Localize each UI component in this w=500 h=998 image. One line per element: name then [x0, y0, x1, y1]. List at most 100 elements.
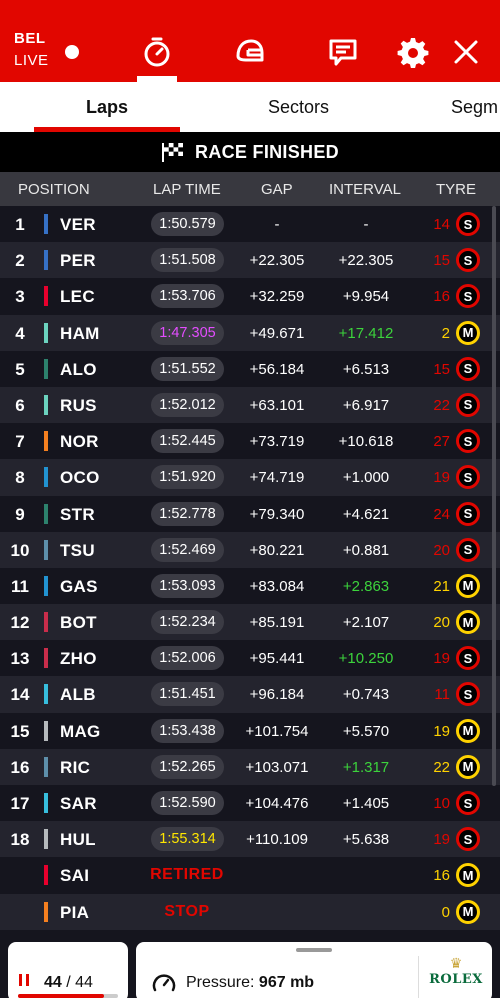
position: 11: [11, 576, 29, 596]
tyre-age: 15: [433, 360, 450, 378]
tyre-age: 15: [433, 252, 450, 270]
table-row[interactable]: 1 VER 1:50.579 - - 14 S: [0, 206, 500, 243]
interval: -: [363, 216, 369, 233]
table-row[interactable]: 4 HAM 1:47.305 +49.671 +17.412 2 M: [0, 314, 500, 351]
tyre-compound-icon: M: [456, 320, 480, 345]
tab-segments[interactable]: Segm: [451, 97, 498, 118]
lap-counter: 44 / 44: [44, 974, 93, 992]
helmet-icon[interactable]: [232, 34, 268, 70]
tyre-compound-icon: S: [456, 284, 480, 309]
tyre-age: 19: [433, 650, 450, 668]
tab-laps[interactable]: Laps: [86, 97, 128, 118]
tyre-age: 19: [433, 722, 450, 740]
tyre-compound-icon: M: [456, 573, 480, 598]
weather-card[interactable]: Pressure: 967 mb ♛ ROLEX: [136, 942, 492, 998]
lap-counter-card[interactable]: 44 / 44: [8, 942, 128, 998]
stopwatch-icon[interactable]: [139, 34, 175, 70]
team-color-bar: [44, 322, 48, 343]
table-row[interactable]: 18 HUL 1:55.314 +110.109 +5.638 19 S: [0, 821, 500, 858]
tyre-compound-icon: S: [456, 465, 480, 490]
driver-code: ALO: [60, 359, 97, 379]
team-color-bar: [44, 612, 48, 633]
scrollbar[interactable]: [492, 206, 496, 786]
position: 13: [10, 649, 30, 669]
radio-messages-icon[interactable]: [325, 34, 361, 70]
view-tabs: Laps Sectors Segm: [0, 82, 500, 132]
interval: +17.412: [338, 324, 394, 342]
gap: +56.184: [249, 360, 305, 378]
tyre-age: 11: [434, 686, 450, 704]
position: 5: [15, 359, 25, 379]
position: 7: [15, 432, 25, 452]
tyre-age: 16: [433, 867, 450, 885]
position: 9: [15, 504, 25, 524]
team-color-bar: [44, 575, 48, 596]
tyre-age: 22: [433, 758, 450, 776]
tab-sectors[interactable]: Sectors: [268, 97, 329, 118]
position: 2: [15, 251, 25, 271]
driver-code: RIC: [60, 757, 91, 777]
team-color-bar: [44, 829, 48, 850]
gear-icon[interactable]: [395, 34, 431, 70]
team-color-bar: [44, 648, 48, 669]
tyre-compound-icon: M: [456, 863, 480, 888]
table-row[interactable]: 8 OCO 1:51.920 +74.719 +1.000 19 S: [0, 459, 500, 496]
tyre-compound-icon: S: [456, 212, 480, 236]
table-row[interactable]: 16 RIC 1:52.265 +103.071 +1.317 22 M: [0, 748, 500, 785]
table-row[interactable]: PIA STOP 0 M: [0, 893, 500, 930]
lap-time: 1:51.920: [151, 465, 224, 490]
team-color-bar: [44, 539, 48, 560]
crown-icon: ♛: [449, 955, 463, 971]
lap-time: 1:51.552: [151, 356, 224, 381]
lap-time: 1:52.265: [151, 754, 224, 779]
gap: +74.719: [249, 469, 305, 487]
lap-time: 1:52.012: [151, 392, 224, 417]
close-icon[interactable]: [448, 34, 484, 70]
header-gap: GAP: [261, 181, 293, 198]
tyre-compound-icon: S: [456, 429, 480, 454]
driver-code: VER: [60, 215, 96, 234]
team-color-bar: [44, 358, 48, 379]
tyre-age: 10: [433, 795, 450, 812]
position: 15: [10, 721, 30, 741]
team-color-bar: [44, 756, 48, 777]
driver-code: TSU: [60, 540, 95, 560]
table-row[interactable]: 12 BOT 1:52.234 +85.191 +2.107 20 M: [0, 604, 500, 641]
driver-code: HUL: [60, 830, 96, 850]
gap: +110.109: [246, 831, 308, 849]
lap-current: 44: [44, 974, 62, 991]
table-row[interactable]: 6 RUS 1:52.012 +63.101 +6.917 22 S: [0, 386, 500, 424]
table-row[interactable]: 14 ALB 1:51.451 +96.184 +0.743 11 S: [0, 676, 500, 713]
drag-handle[interactable]: [296, 948, 332, 952]
header-lap-time: LAP TIME: [153, 181, 221, 198]
interval: +4.621: [342, 505, 390, 523]
tyre-compound-icon: S: [456, 682, 480, 707]
tyre-compound-icon: S: [456, 827, 480, 852]
tyre-age: 0: [441, 903, 450, 921]
team-color-bar: [44, 286, 48, 307]
table-row[interactable]: 15 MAG 1:53.438 +101.754 +5.570 19 M: [0, 712, 500, 749]
top-bar: BEL LIVE: [0, 0, 500, 82]
table-row[interactable]: 13 ZHO 1:52.006 +95.441 +10.250 19 S: [0, 640, 500, 677]
tyre-age: 19: [433, 831, 450, 849]
tyre-age: 24: [433, 505, 450, 523]
team-color-bar: [44, 214, 48, 234]
session-status: LIVE: [14, 52, 49, 69]
gap: +101.754: [245, 722, 309, 740]
interval: +2.107: [342, 614, 390, 632]
table-row[interactable]: 17 SAR 1:52.590 +104.476 +1.405 10 S: [0, 785, 500, 822]
divider: [418, 956, 419, 998]
gap: +83.084: [249, 577, 305, 595]
table-row[interactable]: 7 NOR 1:52.445 +73.719 +10.618 27 S: [0, 423, 500, 460]
lap-time: 1:53.093: [151, 573, 224, 598]
table-row[interactable]: 11 GAS 1:53.093 +83.084 +2.863 21 M: [0, 567, 500, 605]
table-row[interactable]: 10 TSU 1:52.469 +80.221 +0.881 20 S: [0, 531, 500, 568]
driver-code: ZHO: [60, 649, 97, 669]
table-row[interactable]: 3 LEC 1:53.706 +32.259 +9.954 16 S: [0, 278, 500, 315]
gap: +73.719: [249, 433, 305, 451]
table-row[interactable]: 2 PER 1:51.508 +22.305 +22.305 15 S: [0, 242, 500, 279]
table-row[interactable]: SAI RETIRED 16 M: [0, 857, 500, 894]
interval: +1.405: [342, 795, 390, 812]
table-row[interactable]: 9 STR 1:52.778 +79.340 +4.621 24 S: [0, 495, 500, 532]
table-row[interactable]: 5 ALO 1:51.552 +56.184 +6.513 15 S: [0, 350, 500, 387]
